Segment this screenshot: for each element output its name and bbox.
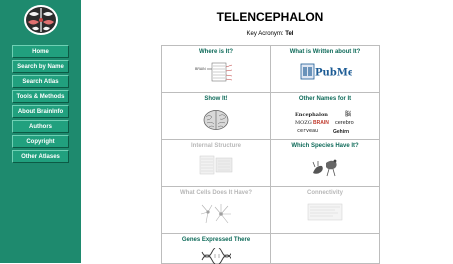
nav-authors-button[interactable]: Authors [12,120,69,133]
pubmed-logo[interactable]: PubMed [300,63,352,80]
nav-copyright-button[interactable]: Copyright [12,135,69,148]
svg-text:cerebro: cerebro [335,120,354,126]
braininfo-logo[interactable] [22,4,60,36]
neuron-cells-icon[interactable] [198,201,234,227]
brain-image-icon[interactable] [203,109,229,131]
atlas-thumbnail-icon[interactable]: BRAIN [194,60,238,84]
cell-which-species[interactable]: Which Species Have It? [271,140,380,187]
other-names-collage-icon[interactable]: Encephalon 脳 MOZG BRAIN cerebro cerveau … [293,109,359,137]
nav-other-atlases-button[interactable]: Other Atlases [12,150,69,163]
svg-text:MOZG: MOZG [295,120,312,126]
cell-what-cells[interactable]: What Cells Does It Have? [162,187,271,234]
svg-text:Encephalon: Encephalon [295,112,328,118]
cell-title-internal: Internal Structure [190,143,241,149]
cell-title-show: Show It! [204,96,228,102]
svg-text:BRAIN: BRAIN [313,120,329,126]
svg-text:脳: 脳 [345,110,351,118]
acronym-value: Tel [285,31,294,37]
internal-structure-thumbnail-icon[interactable] [198,154,234,176]
nav-home-button[interactable]: Home [12,45,69,58]
cell-where-is-it[interactable]: Where is It? BRAIN [162,46,271,93]
nav-search-by-name-button[interactable]: Search by Name [12,60,69,73]
cell-other-names[interactable]: Other Names for It Encephalon 脳 MOZG BRA… [271,93,380,140]
nav-tools-methods-button[interactable]: Tools & Methods [12,90,69,103]
connectivity-table-icon[interactable] [305,201,345,223]
atlas-thumbnail-label: BRAIN [195,67,206,71]
cell-title-where: Where is It? [198,49,233,55]
cell-title-cells: What Cells Does It Have? [179,190,253,196]
svg-text:cerveau: cerveau [297,128,318,134]
cell-title-connectivity: Connectivity [306,190,343,196]
nav-search-atlas-button[interactable]: Search Atlas [12,75,69,88]
cell-title-genes: Genes Expressed There [181,237,251,243]
cell-what-is-written[interactable]: What is Written about It? PubMed [271,46,380,93]
dna-helix-icon[interactable] [201,248,231,264]
cell-genes-expressed[interactable]: Genes Expressed There [162,234,271,264]
svg-text:Gehirn: Gehirn [333,129,349,135]
pubmed-logo-text: PubMed [315,68,352,79]
cell-internal-structure[interactable]: Internal Structure [162,140,271,187]
page-title: TELENCEPHALON [216,10,324,24]
cell-title-species: Which Species Have It? [291,143,359,149]
cell-title-written: What is Written about It? [289,49,361,55]
cell-show-it[interactable]: Show It! [162,93,271,140]
sidebar-nav: Home Search by Name Search Atlas Tools &… [12,45,69,165]
cell-connectivity[interactable]: Connectivity [271,187,380,234]
info-grid: Where is It? BRAIN What is Written about… [161,45,380,264]
nav-about-braininfo-button[interactable]: About BrainInfo [12,105,69,118]
acronym-label: Key Acronym: [246,31,284,37]
sidebar: Home Search by Name Search Atlas Tools &… [0,0,81,263]
cell-empty [271,234,380,264]
species-animals-icon[interactable] [310,155,340,179]
cell-title-names: Other Names for It [298,96,352,102]
key-acronym: Key Acronym: Tel [160,31,380,37]
